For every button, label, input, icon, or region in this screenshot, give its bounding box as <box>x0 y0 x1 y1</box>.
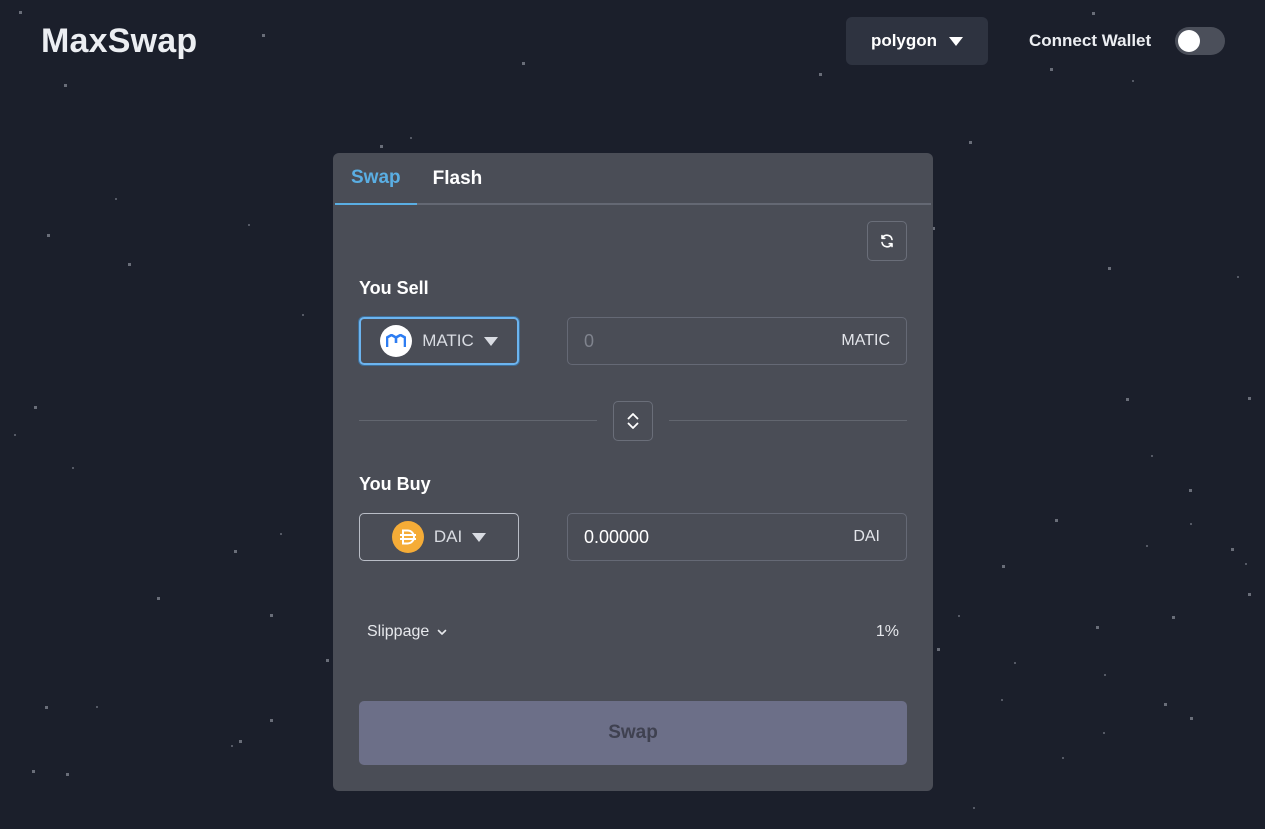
caret-down-icon <box>483 336 498 346</box>
connect-wallet-label: Connect Wallet <box>1029 31 1152 50</box>
divider-right <box>669 420 907 421</box>
buy-section-label: You Buy <box>359 474 431 494</box>
buy-amount-value: 0.00000 <box>584 526 650 547</box>
tab-flash[interactable]: Flash <box>417 153 499 205</box>
dai-token-icon <box>391 521 424 553</box>
tab-swap[interactable]: Swap <box>335 153 417 205</box>
sell-amount-field: MATIC <box>567 317 907 365</box>
swap-direction-icon <box>627 413 639 429</box>
refresh-button[interactable] <box>867 221 907 261</box>
tab-bar: Swap Flash <box>335 153 931 205</box>
sell-token-select[interactable]: MATIC <box>359 317 519 365</box>
buy-amount-unit: DAI <box>853 528 880 545</box>
network-select-button[interactable]: polygon <box>846 17 988 65</box>
swap-card: Swap Flash You Sell MATIC 0 MATIC You Bu… <box>333 153 933 791</box>
swap-button[interactable]: Swap <box>359 701 907 765</box>
buy-token-select[interactable]: DAI <box>359 513 519 561</box>
slippage-toggle[interactable]: Slippage <box>367 623 447 641</box>
divider-left <box>359 420 597 421</box>
slippage-label: Slippage <box>367 623 430 640</box>
sell-amount-input[interactable] <box>584 330 784 352</box>
connect-wallet-toggle[interactable] <box>1175 27 1225 55</box>
caret-down-icon <box>949 36 964 46</box>
refresh-icon <box>881 234 893 248</box>
sell-amount-unit: MATIC <box>841 332 890 349</box>
caret-down-icon <box>472 532 487 542</box>
sell-token-symbol: MATIC <box>422 331 474 350</box>
switch-tokens-button[interactable] <box>613 401 653 441</box>
buy-amount-field: 0.00000 DAI <box>567 513 907 561</box>
network-label: polygon <box>870 31 938 50</box>
app-logo[interactable]: MaxSwap <box>41 22 197 61</box>
chevron-down-icon <box>437 629 447 635</box>
toggle-knob <box>1178 30 1200 52</box>
slippage-value: 1% <box>875 623 899 640</box>
sell-section-label: You Sell <box>359 278 429 298</box>
buy-token-symbol: DAI <box>433 527 463 546</box>
app-root: MaxSwap polygon Connect Wallet Swap Flas… <box>0 0 1265 829</box>
matic-token-icon <box>380 325 413 357</box>
